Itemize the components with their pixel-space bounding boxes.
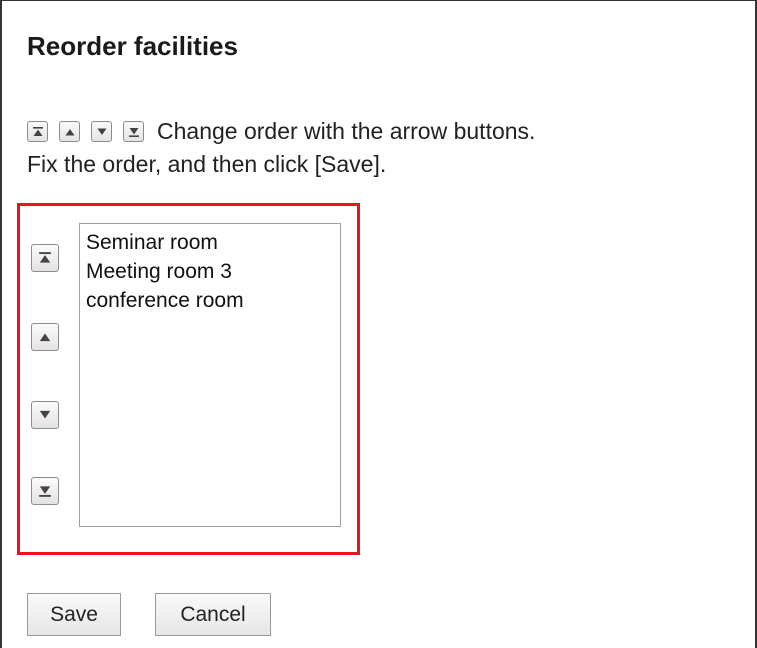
list-item[interactable]: conference room (86, 286, 340, 315)
cancel-button[interactable]: Cancel (155, 593, 271, 636)
move-up-icon (39, 333, 51, 342)
instructions: Change order with the arrow buttons. Fix… (27, 115, 535, 181)
move-to-top-button[interactable] (31, 244, 59, 272)
move-to-top-icon (39, 252, 51, 263)
move-to-top-icon (27, 121, 48, 142)
move-down-icon (91, 121, 112, 142)
save-button[interactable]: Save (27, 593, 121, 636)
move-to-bottom-icon (39, 486, 51, 497)
list-item[interactable]: Meeting room 3 (86, 257, 340, 286)
move-up-button[interactable] (31, 323, 59, 351)
page-title: Reorder facilities (27, 31, 238, 61)
move-to-bottom-button[interactable] (31, 477, 59, 505)
instruction-text: Change order with the arrow buttons. (157, 118, 536, 144)
move-to-bottom-icon (123, 121, 144, 142)
list-item[interactable]: Seminar room (86, 228, 340, 257)
move-down-icon (39, 410, 51, 419)
move-up-icon (59, 121, 80, 142)
facility-listbox[interactable]: Seminar room Meeting room 3 conference r… (79, 223, 341, 527)
move-down-button[interactable] (31, 401, 59, 429)
instruction-text-2: Fix the order, and then click [Save]. (27, 151, 387, 177)
